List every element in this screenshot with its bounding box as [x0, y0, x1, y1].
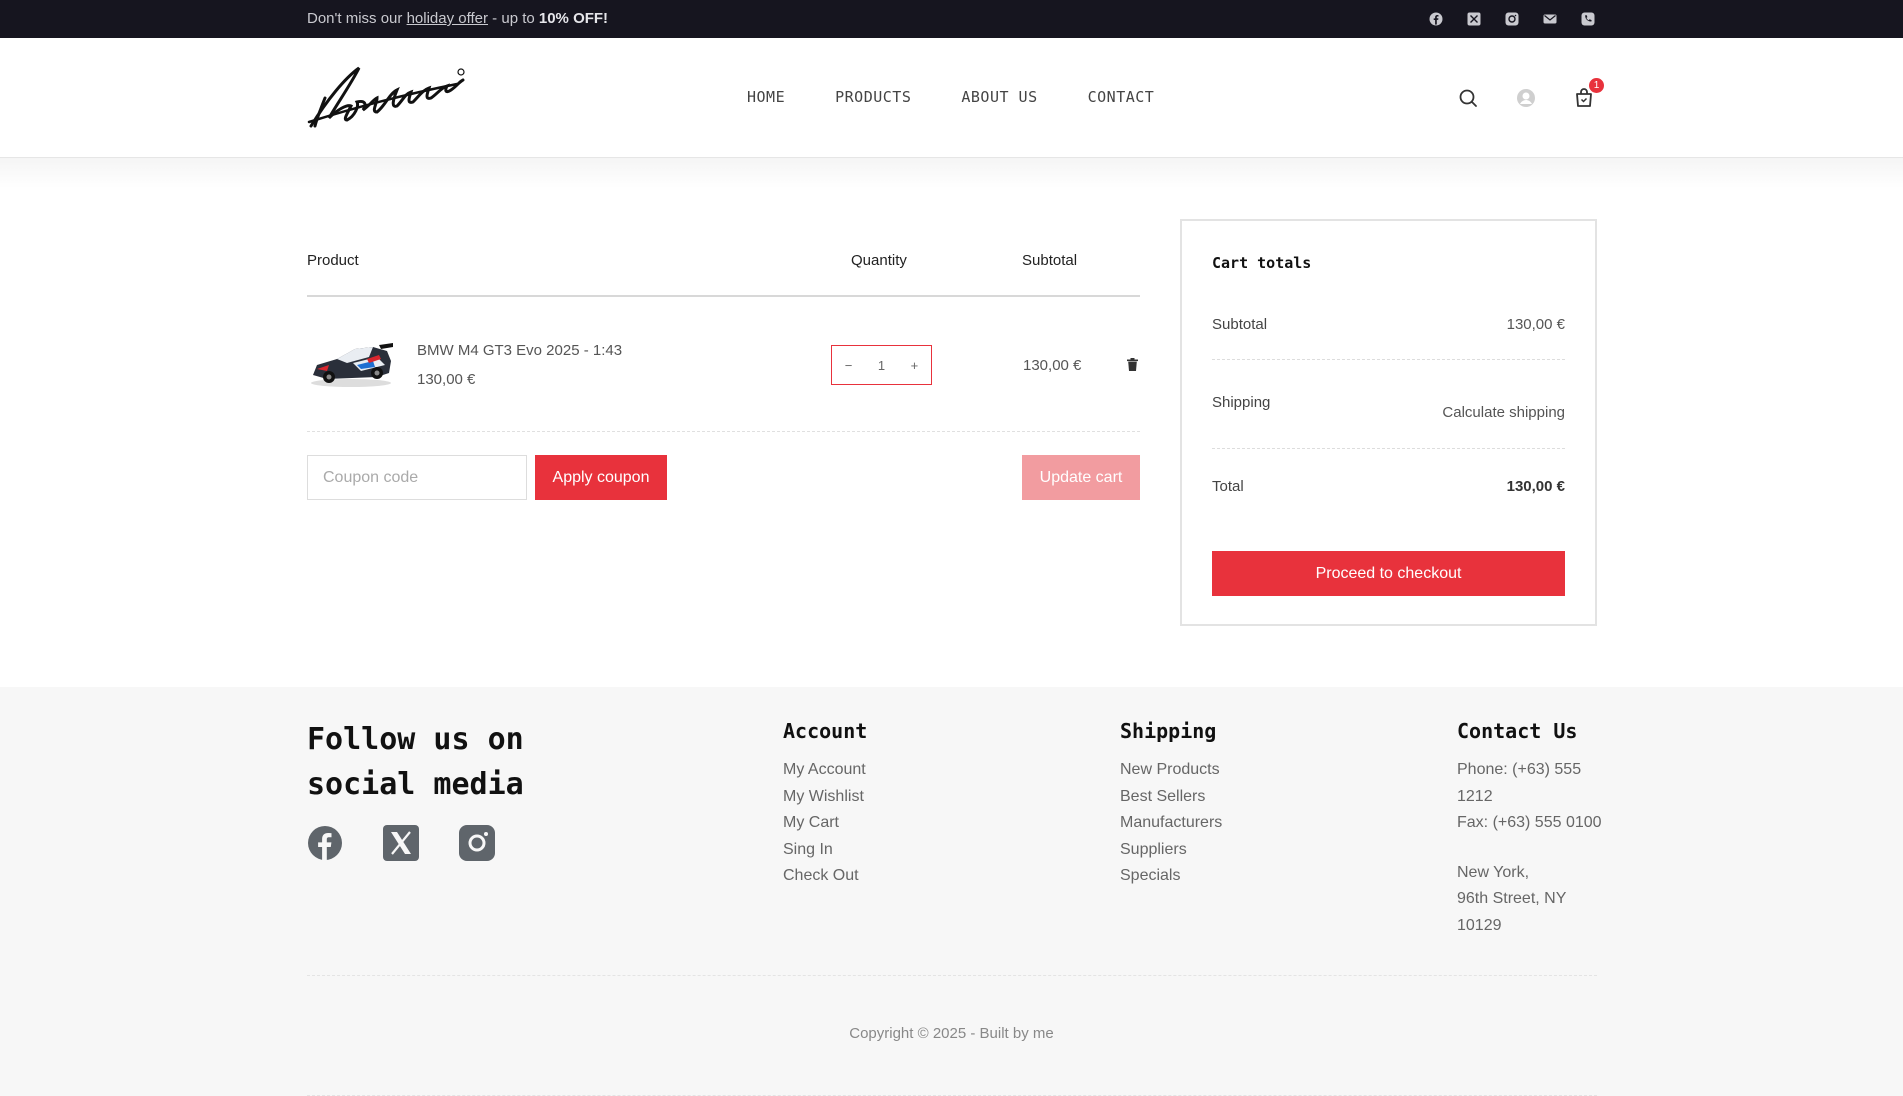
totals-subtotal-value: 130,00 € — [1506, 316, 1565, 333]
contact-phone-line-1: Phone: (+63) 555 — [1457, 761, 1582, 778]
column-header-quantity: Quantity — [851, 252, 907, 269]
nav-home[interactable]: HOME — [747, 88, 785, 106]
totals-divider — [1212, 359, 1565, 360]
footer-link-suppliers[interactable]: Suppliers — [1120, 837, 1222, 864]
remove-item-trash-icon[interactable] — [1127, 358, 1138, 371]
product-unit-price: 130,00 € — [417, 371, 476, 388]
contact-address-line-2: 96th Street, NY — [1457, 890, 1567, 907]
footer-account-title: Account — [783, 719, 868, 743]
decrease-quantity-button[interactable]: − — [845, 358, 853, 373]
coupon-code-input[interactable] — [307, 455, 527, 500]
footer-link-sign-in[interactable]: Sing In — [783, 837, 867, 864]
facebook-icon[interactable] — [307, 825, 343, 861]
footer-link-my-wishlist[interactable]: My Wishlist — [783, 784, 867, 811]
totals-shipping-label: Shipping — [1212, 394, 1271, 411]
footer-divider — [307, 975, 1597, 976]
cart-item-row: BMW M4 GT3 Evo 2025 - 1:43 130,00 € − 1 … — [307, 335, 1140, 415]
site-logo[interactable] — [307, 60, 467, 132]
totals-total-label: Total — [1212, 478, 1244, 495]
footer-link-new-products[interactable]: New Products — [1120, 757, 1222, 784]
proceed-to-checkout-button[interactable]: Proceed to checkout — [1212, 551, 1565, 596]
search-icon[interactable] — [1456, 86, 1480, 110]
header-shadow — [0, 158, 1903, 188]
header-actions: 1 — [1456, 78, 1604, 110]
increase-quantity-button[interactable]: + — [911, 358, 919, 373]
announcement-prefix: Don't miss our — [307, 10, 407, 27]
footer-link-specials[interactable]: Specials — [1120, 863, 1222, 890]
copyright-text: Copyright © 2025 - Built by me — [849, 1025, 1054, 1042]
product-thumbnail[interactable] — [307, 335, 395, 391]
footer-link-my-account[interactable]: My Account — [783, 757, 867, 784]
mail-icon[interactable] — [1542, 11, 1558, 27]
contact-address-line-1: New York, — [1457, 863, 1530, 881]
main-nav: HOME PRODUCTS ABOUT US CONTACT — [747, 88, 1154, 106]
discount-text: 10% OFF! — [538, 10, 609, 27]
footer-shipping-column: Shipping New Products Best Sellers Manuf… — [1120, 719, 1222, 890]
site-header: HOME PRODUCTS ABOUT US CONTACT 1 — [0, 38, 1903, 158]
item-subtotal: 130,00 € — [1023, 357, 1082, 374]
totals-subtotal-label: Subtotal — [1212, 316, 1268, 333]
instagram-icon[interactable] — [459, 825, 495, 861]
facebook-icon[interactable] — [1428, 11, 1444, 27]
footer-contact-column: Contact Us Phone: (+63) 555 1212 Fax: (+… — [1457, 719, 1602, 939]
header-divider — [307, 295, 1140, 297]
cart-totals-panel: Cart totals Subtotal 130,00 € Shipping C… — [1180, 219, 1597, 626]
calculate-shipping-link[interactable]: Calculate shipping — [1442, 404, 1565, 421]
footer-contact-title: Contact Us — [1457, 719, 1578, 743]
footer-account-column: Account My Account My Wishlist My Cart S… — [783, 719, 867, 890]
follow-us-heading: Follow us on social media — [307, 722, 524, 802]
x-icon[interactable] — [383, 825, 419, 861]
footer-shipping-title: Shipping — [1120, 719, 1217, 743]
announcement-bar: Don't miss our holiday offer - up to 10%… — [0, 0, 1903, 38]
footer-link-manufacturers[interactable]: Manufacturers — [1120, 810, 1222, 837]
topbar-socials — [1428, 11, 1596, 27]
announcement-text: Don't miss our holiday offer - up to 10%… — [307, 10, 608, 27]
apply-coupon-button[interactable]: Apply coupon — [535, 455, 667, 500]
update-cart-button[interactable]: Update cart — [1022, 455, 1140, 500]
announcement-middle: - up to — [488, 10, 539, 27]
row-divider — [307, 431, 1140, 432]
column-header-subtotal: Subtotal — [1022, 252, 1078, 269]
totals-total-value: 130,00 € — [1506, 478, 1565, 495]
nav-products[interactable]: PRODUCTS — [835, 88, 911, 106]
holiday-offer-link[interactable]: holiday offer — [407, 10, 488, 27]
user-avatar-icon[interactable] — [1514, 86, 1538, 110]
footer-link-best-sellers[interactable]: Best Sellers — [1120, 784, 1222, 811]
footer-link-my-cart[interactable]: My Cart — [783, 810, 867, 837]
phone-icon[interactable] — [1580, 11, 1596, 27]
instagram-icon[interactable] — [1504, 11, 1520, 27]
column-header-product: Product — [307, 252, 359, 269]
x-icon[interactable] — [1466, 11, 1482, 27]
nav-contact[interactable]: CONTACT — [1088, 88, 1155, 106]
cart-button[interactable]: 1 — [1572, 78, 1604, 110]
quantity-stepper: − 1 + — [831, 345, 932, 385]
cart-totals-title: Cart totals — [1212, 254, 1312, 272]
site-footer: Follow us on social media Account My Acc… — [0, 687, 1903, 1096]
contact-phone-line-2: 1212 — [1457, 787, 1493, 805]
totals-divider — [1212, 448, 1565, 449]
nav-about-us[interactable]: ABOUT US — [961, 88, 1037, 106]
product-name-link[interactable]: BMW M4 GT3 Evo 2025 - 1:43 — [417, 342, 622, 359]
contact-fax: Fax: (+63) 555 0100 — [1457, 814, 1602, 831]
cart-count-badge: 1 — [1589, 78, 1604, 93]
footer-link-check-out[interactable]: Check Out — [783, 863, 867, 890]
footer-socials — [307, 825, 495, 861]
contact-address-line-3: 10129 — [1457, 916, 1502, 934]
quantity-input[interactable]: 1 — [878, 358, 885, 373]
